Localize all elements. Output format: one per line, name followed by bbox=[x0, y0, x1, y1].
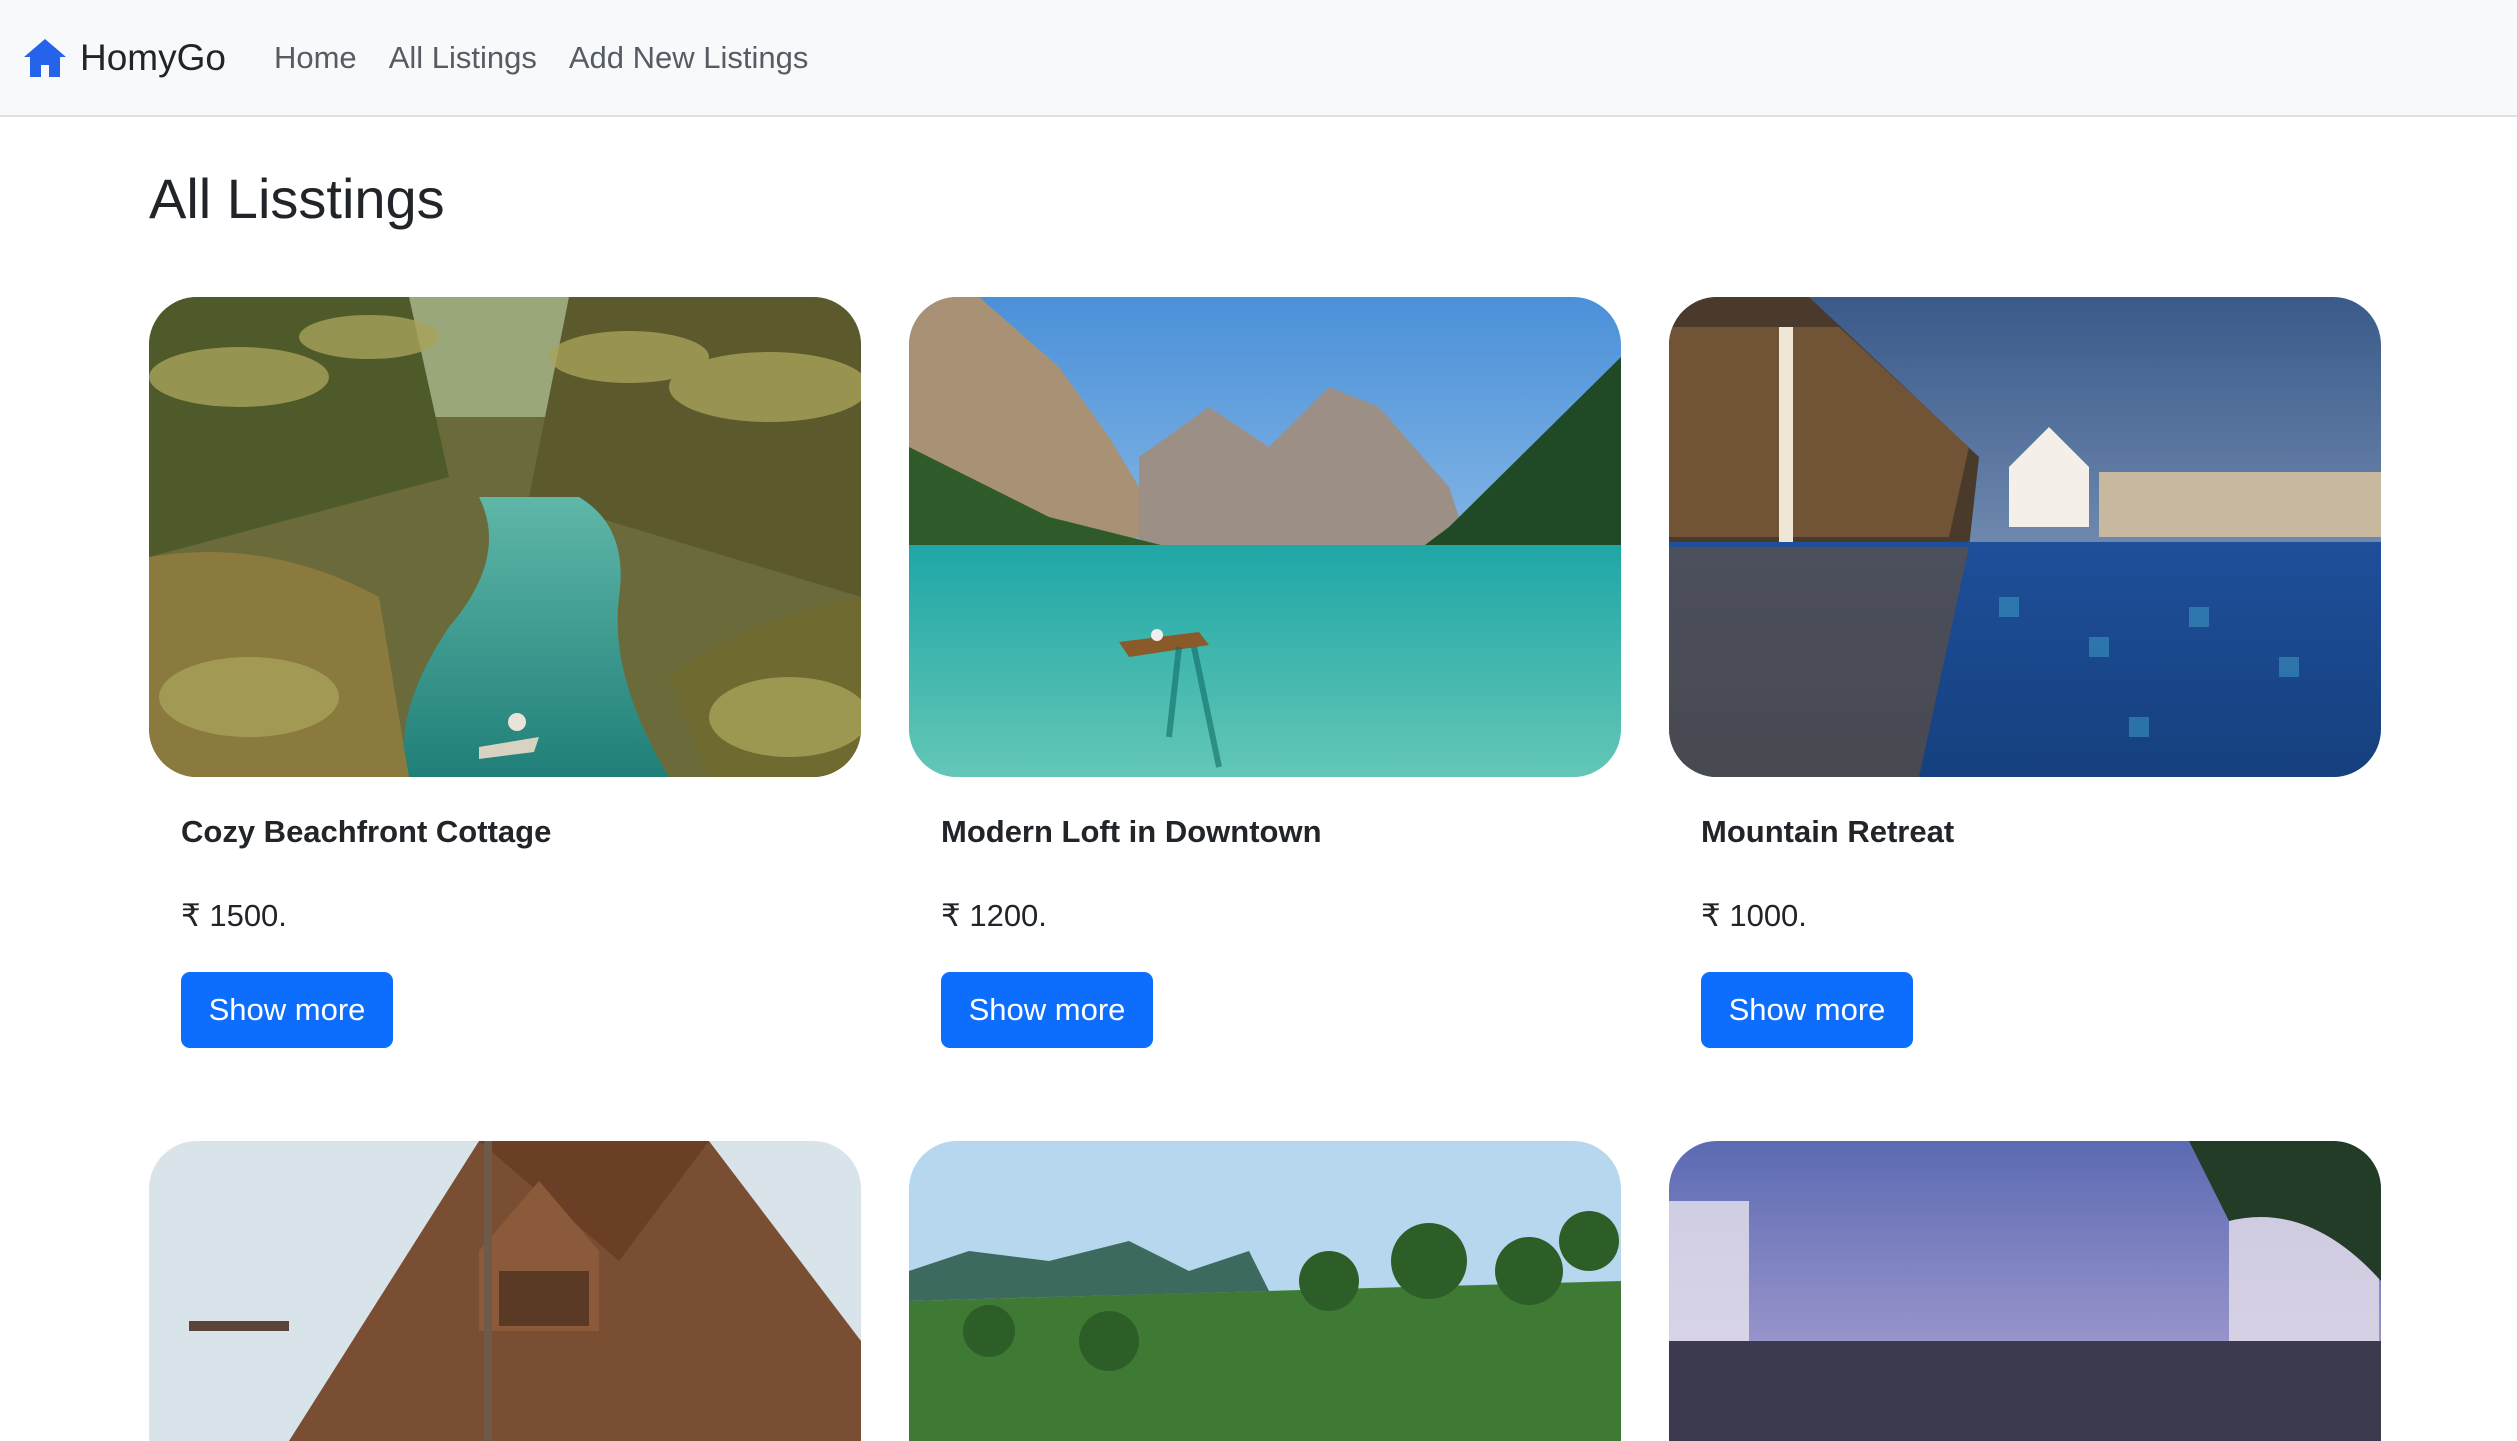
show-more-button[interactable]: Show more bbox=[941, 972, 1153, 1048]
nav-link-home[interactable]: Home bbox=[274, 40, 373, 76]
nav-link-all-listings[interactable]: All Listings bbox=[373, 40, 553, 76]
listing-card[interactable]: Mountain Retreat ₹ 1000. Show more bbox=[1669, 297, 2381, 1048]
listing-card[interactable] bbox=[1669, 1141, 2381, 1441]
listing-image-beach-cabanas[interactable] bbox=[1669, 1141, 2381, 1441]
listing-title: Mountain Retreat bbox=[1701, 814, 1955, 849]
show-more-button[interactable]: Show more bbox=[181, 972, 393, 1048]
nav-link-add-new-listings[interactable]: Add New Listings bbox=[553, 40, 825, 76]
listing-image-mountain-lake[interactable] bbox=[909, 297, 1621, 777]
page-title: All Lisstings bbox=[149, 167, 445, 230]
listing-card[interactable]: Modern Loft in Downtown ₹ 1200. Show mor… bbox=[909, 297, 1621, 1048]
nav-links: Home All Listings Add New Listings bbox=[274, 40, 824, 76]
brand-name: HomyGo bbox=[80, 36, 226, 78]
listing-image-resort-pool[interactable] bbox=[1669, 297, 2381, 777]
listing-price: ₹ 1200. bbox=[941, 898, 1047, 933]
listing-image-tropical-lagoon[interactable] bbox=[149, 297, 861, 777]
listing-image-wooden-cabin[interactable] bbox=[149, 1141, 861, 1441]
listing-price: ₹ 1000. bbox=[1701, 898, 1807, 933]
house-icon bbox=[24, 38, 66, 77]
brand[interactable]: HomyGo bbox=[22, 35, 226, 81]
listing-card[interactable] bbox=[909, 1141, 1621, 1441]
show-more-button[interactable]: Show more bbox=[1701, 972, 1913, 1048]
listing-title: Modern Loft in Downtown bbox=[941, 814, 1322, 849]
listing-title: Cozy Beachfront Cottage bbox=[181, 814, 552, 849]
listing-card[interactable] bbox=[149, 1141, 861, 1441]
listing-card[interactable]: Cozy Beachfront Cottage ₹ 1500. Show mor… bbox=[149, 297, 861, 1048]
navbar: HomyGo Home All Listings Add New Listing… bbox=[0, 0, 2517, 117]
listing-price: ₹ 1500. bbox=[181, 898, 287, 933]
listing-image-tropical-cliffs[interactable] bbox=[909, 1141, 1621, 1441]
